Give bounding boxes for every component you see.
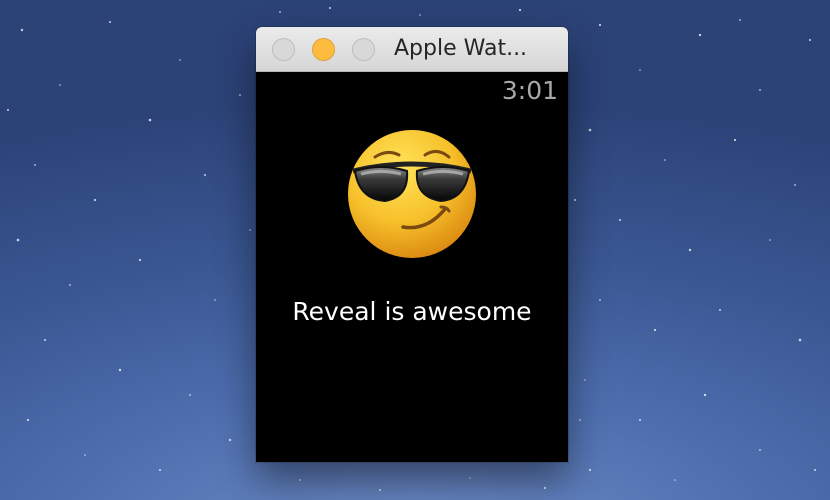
watch-screen: 3:01 Reveal is awesome: [256, 72, 568, 462]
close-button[interactable]: [272, 38, 295, 61]
watch-message-label: Reveal is awesome: [292, 297, 532, 326]
zoom-button[interactable]: [352, 38, 375, 61]
watch-simulator-window: Apple Wat... 3:01 Reveal is awesome: [256, 27, 568, 462]
watch-clock: 3:01: [501, 76, 558, 105]
minimize-button[interactable]: [312, 38, 335, 61]
cool-sunglasses-emoji-icon: [348, 130, 476, 258]
window-titlebar[interactable]: Apple Wat...: [256, 27, 568, 72]
window-title: Apple Wat...: [394, 36, 528, 61]
